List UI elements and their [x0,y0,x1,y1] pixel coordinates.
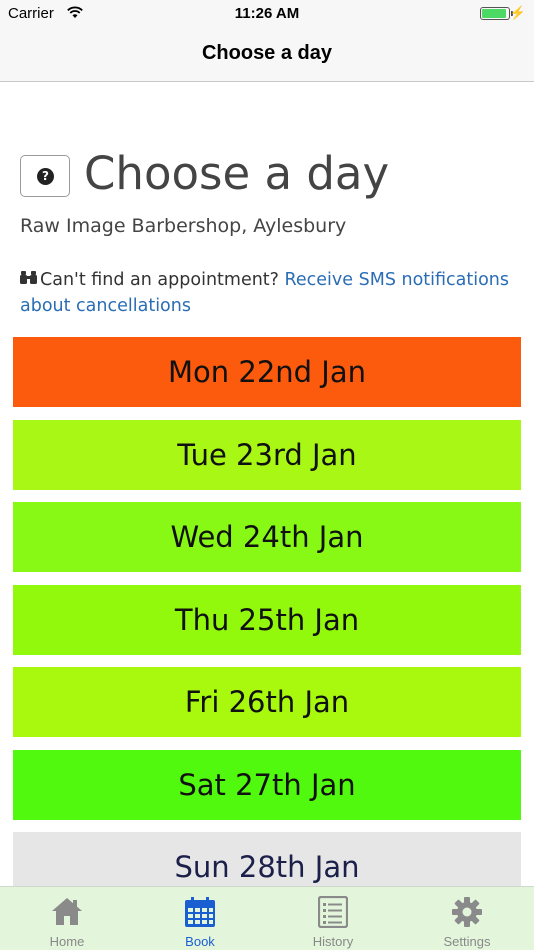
battery-icon [480,7,513,20]
day-button-tue[interactable]: Tue 23rd Jan [13,420,521,490]
shop-name: Raw Image Barbershop, Aylesbury [20,215,347,237]
status-bar: Carrier 11:26 AM ⚡ [0,0,534,28]
tab-home-label: Home [49,934,85,949]
tab-history[interactable]: History [266,887,400,951]
navigation-bar: Choose a day [0,28,534,82]
home-icon [52,898,82,925]
day-button-thu[interactable]: Thu 25th Jan [13,585,521,655]
day-button-wed[interactable]: Wed 24th Jan [13,502,521,572]
clock: 11:26 AM [234,5,300,22]
tab-settings-label: Settings [443,934,491,949]
tab-book-label: Book [185,934,215,949]
calendar-icon [185,897,215,927]
day-button-sat[interactable]: Sat 27th Jan [13,750,521,820]
tab-history-label: History [312,934,354,949]
help-button[interactable]: ? [20,155,70,197]
tab-settings[interactable]: Settings [400,887,534,951]
nav-title: Choose a day [201,42,333,64]
tab-bar: Home Book History Settings [0,886,534,950]
tab-home[interactable]: Home [0,887,134,951]
day-button-fri[interactable]: Fri 26th Jan [13,667,521,737]
binoculars-icon [20,267,40,293]
question-icon: ? [37,168,54,185]
gear-icon [452,897,482,927]
sms-notice: Can't find an appointment? Receive SMS n… [20,267,510,319]
charging-icon: ⚡ [509,5,526,20]
page-title: Choose a day [84,147,390,200]
tab-book[interactable]: Book [133,887,267,951]
day-button-mon[interactable]: Mon 22nd Jan [13,337,521,407]
list-icon [318,896,348,928]
notice-text: Can't find an appointment? [40,270,279,290]
